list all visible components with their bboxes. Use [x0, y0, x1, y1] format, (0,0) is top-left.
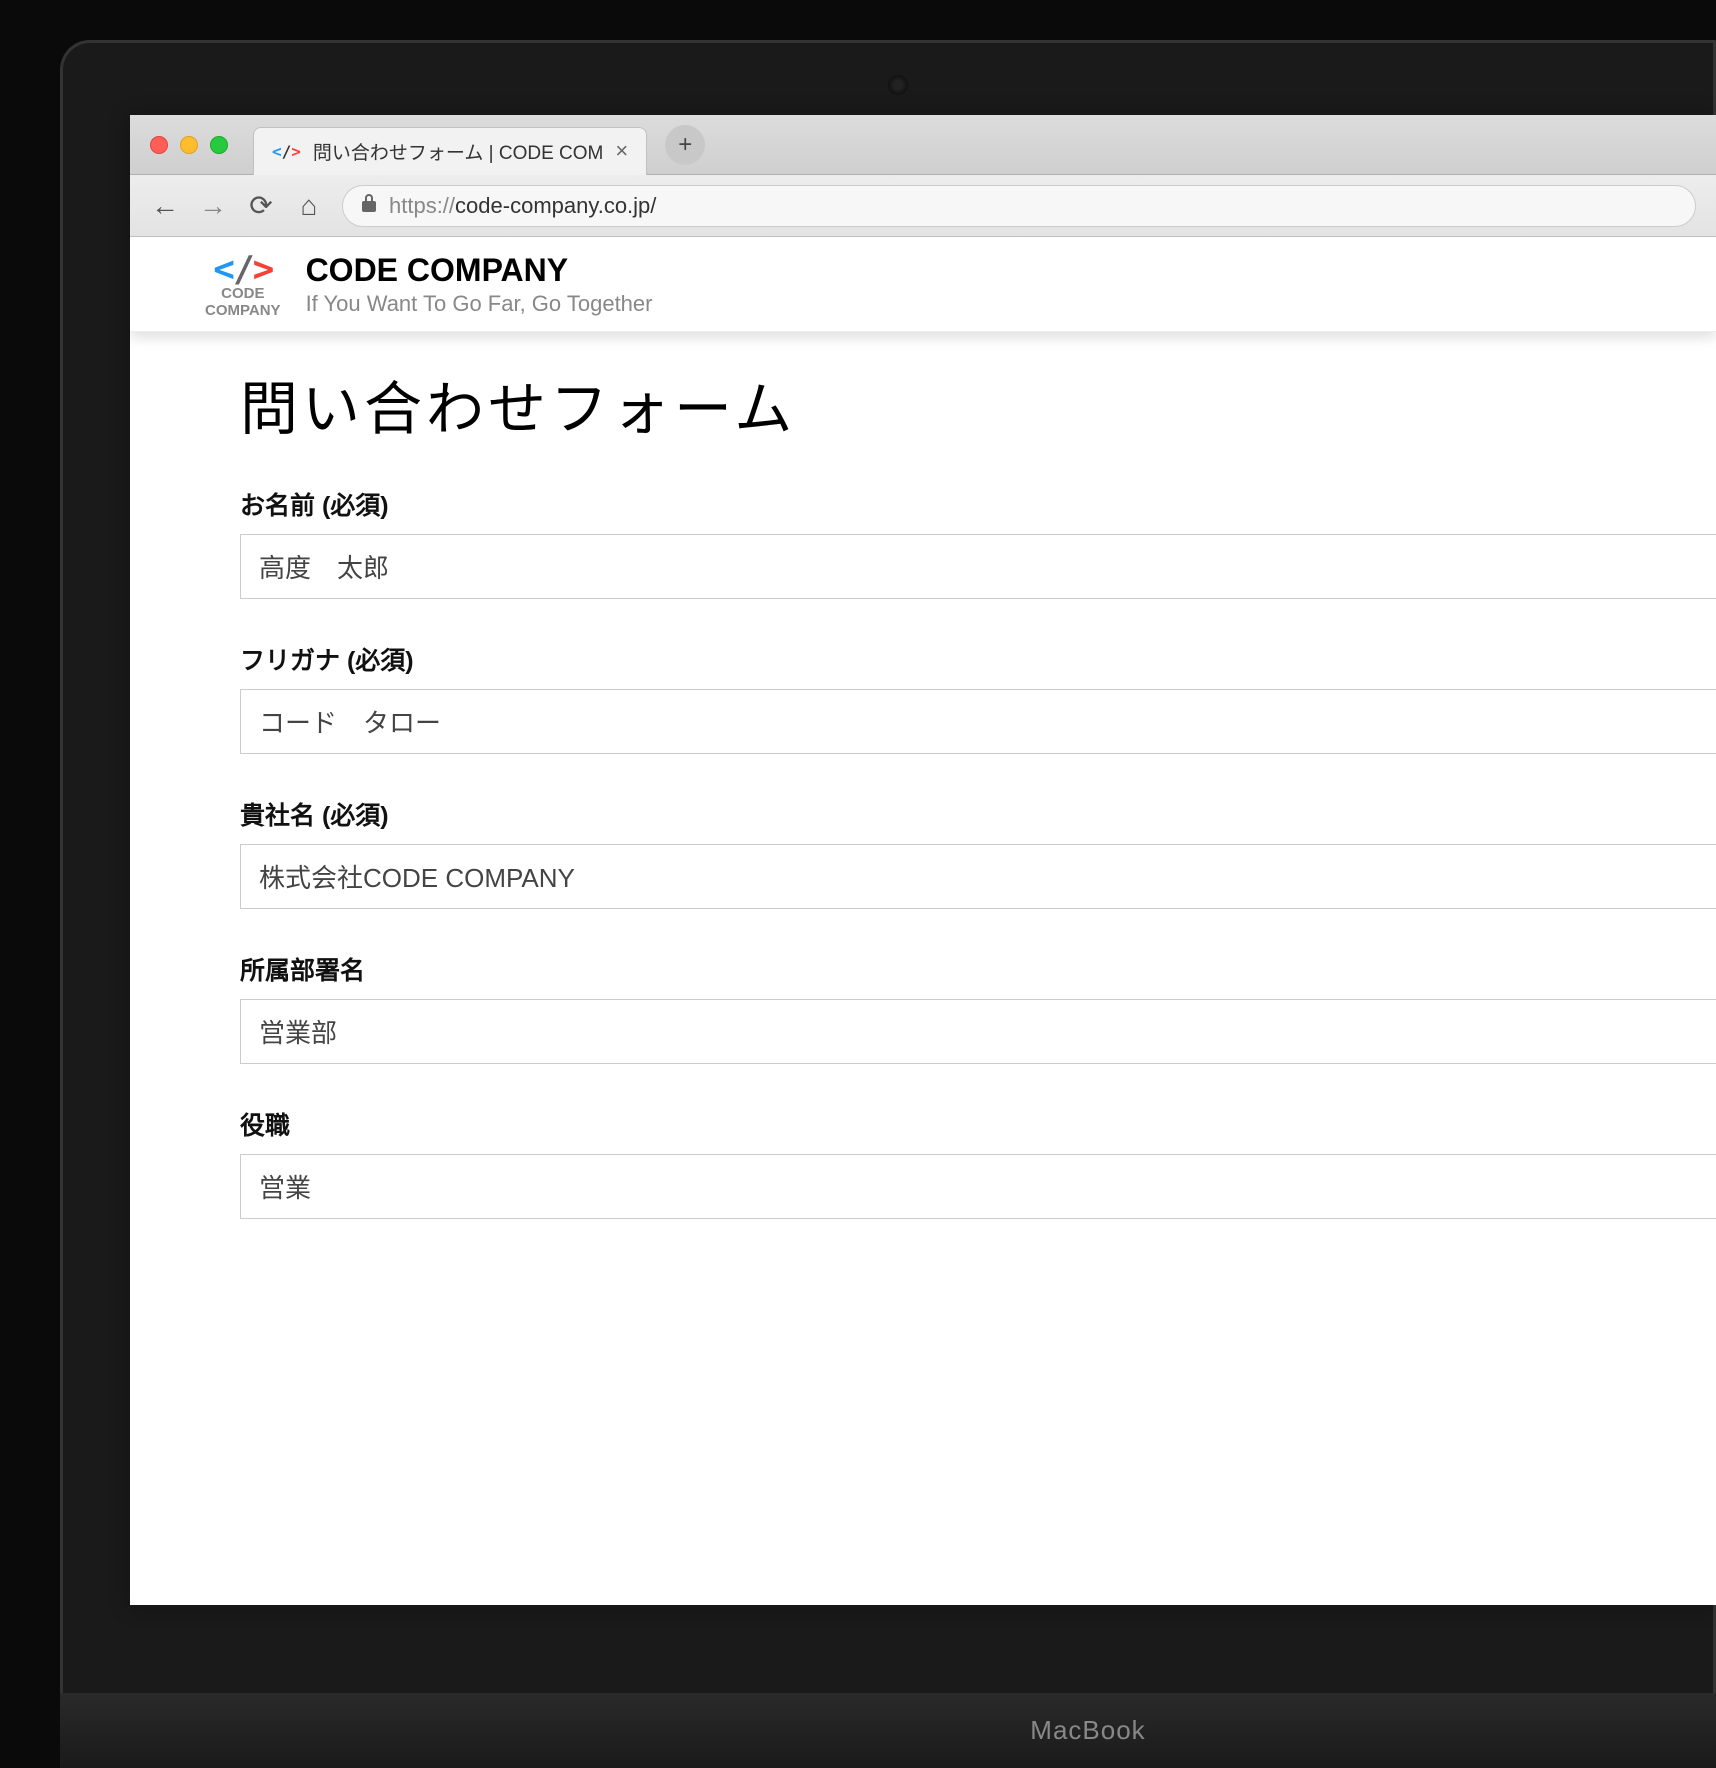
field-label: 所属部署名	[240, 951, 1716, 987]
laptop-frame: </> 問い合わせフォーム | CODE COM × + ← → ⟳ ⌂ htt…	[60, 40, 1716, 1768]
macbook-label: MacBook	[1030, 1715, 1145, 1746]
address-bar[interactable]: https://code-company.co.jp/	[342, 185, 1696, 227]
url-text: https://code-company.co.jp/	[389, 193, 656, 219]
camera-icon	[888, 75, 908, 95]
field-position: 役職	[240, 1106, 1716, 1219]
brand-block: CODE COMPANY If You Want To Go Far, Go T…	[306, 252, 653, 317]
logo[interactable]: </> CODE COMPANY	[205, 249, 281, 319]
field-label: 役職	[240, 1106, 1716, 1142]
home-button[interactable]: ⌂	[294, 190, 324, 222]
furigana-input[interactable]	[240, 689, 1716, 754]
back-button[interactable]: ←	[150, 190, 180, 222]
field-furigana: フリガナ (必須)	[240, 641, 1716, 754]
brand-tagline: If You Want To Go Far, Go Together	[306, 291, 653, 317]
lock-icon	[361, 194, 377, 217]
field-department: 所属部署名	[240, 951, 1716, 1064]
field-label: フリガナ (必須)	[240, 641, 1716, 677]
laptop-base: MacBook	[60, 1693, 1716, 1768]
name-input[interactable]	[240, 534, 1716, 599]
close-tab-button[interactable]: ×	[615, 138, 628, 164]
page-title: 問い合わせフォーム	[240, 362, 1716, 446]
window-controls	[150, 136, 228, 154]
field-company: 貴社名 (必須)	[240, 796, 1716, 909]
maximize-window-button[interactable]	[210, 136, 228, 154]
new-tab-button[interactable]: +	[665, 125, 705, 165]
browser-window: </> 問い合わせフォーム | CODE COM × + ← → ⟳ ⌂ htt…	[130, 115, 1716, 1605]
logo-icon: </>	[205, 249, 281, 290]
close-window-button[interactable]	[150, 136, 168, 154]
company-input[interactable]	[240, 844, 1716, 909]
favicon-icon: </>	[272, 142, 301, 161]
field-name: お名前 (必須)	[240, 486, 1716, 599]
reload-button[interactable]: ⟳	[246, 189, 276, 222]
brand-name: CODE COMPANY	[306, 252, 653, 289]
logo-text: CODE COMPANY	[205, 286, 281, 319]
form-content: 問い合わせフォーム お名前 (必須) フリガナ (必須) 貴社名 (必須) 所属…	[130, 332, 1716, 1219]
forward-button[interactable]: →	[198, 190, 228, 222]
browser-tab[interactable]: </> 問い合わせフォーム | CODE COM ×	[253, 127, 647, 175]
site-header: </> CODE COMPANY CODE COMPANY If You Wan…	[130, 237, 1716, 332]
field-label: 貴社名 (必須)	[240, 796, 1716, 832]
browser-toolbar: ← → ⟳ ⌂ https://code-company.co.jp/	[130, 175, 1716, 237]
tab-title: 問い合わせフォーム | CODE COM	[313, 138, 603, 165]
tab-bar: </> 問い合わせフォーム | CODE COM × +	[130, 115, 1716, 175]
page-content: </> CODE COMPANY CODE COMPANY If You Wan…	[130, 237, 1716, 1605]
department-input[interactable]	[240, 999, 1716, 1064]
position-input[interactable]	[240, 1154, 1716, 1219]
minimize-window-button[interactable]	[180, 136, 198, 154]
field-label: お名前 (必須)	[240, 486, 1716, 522]
